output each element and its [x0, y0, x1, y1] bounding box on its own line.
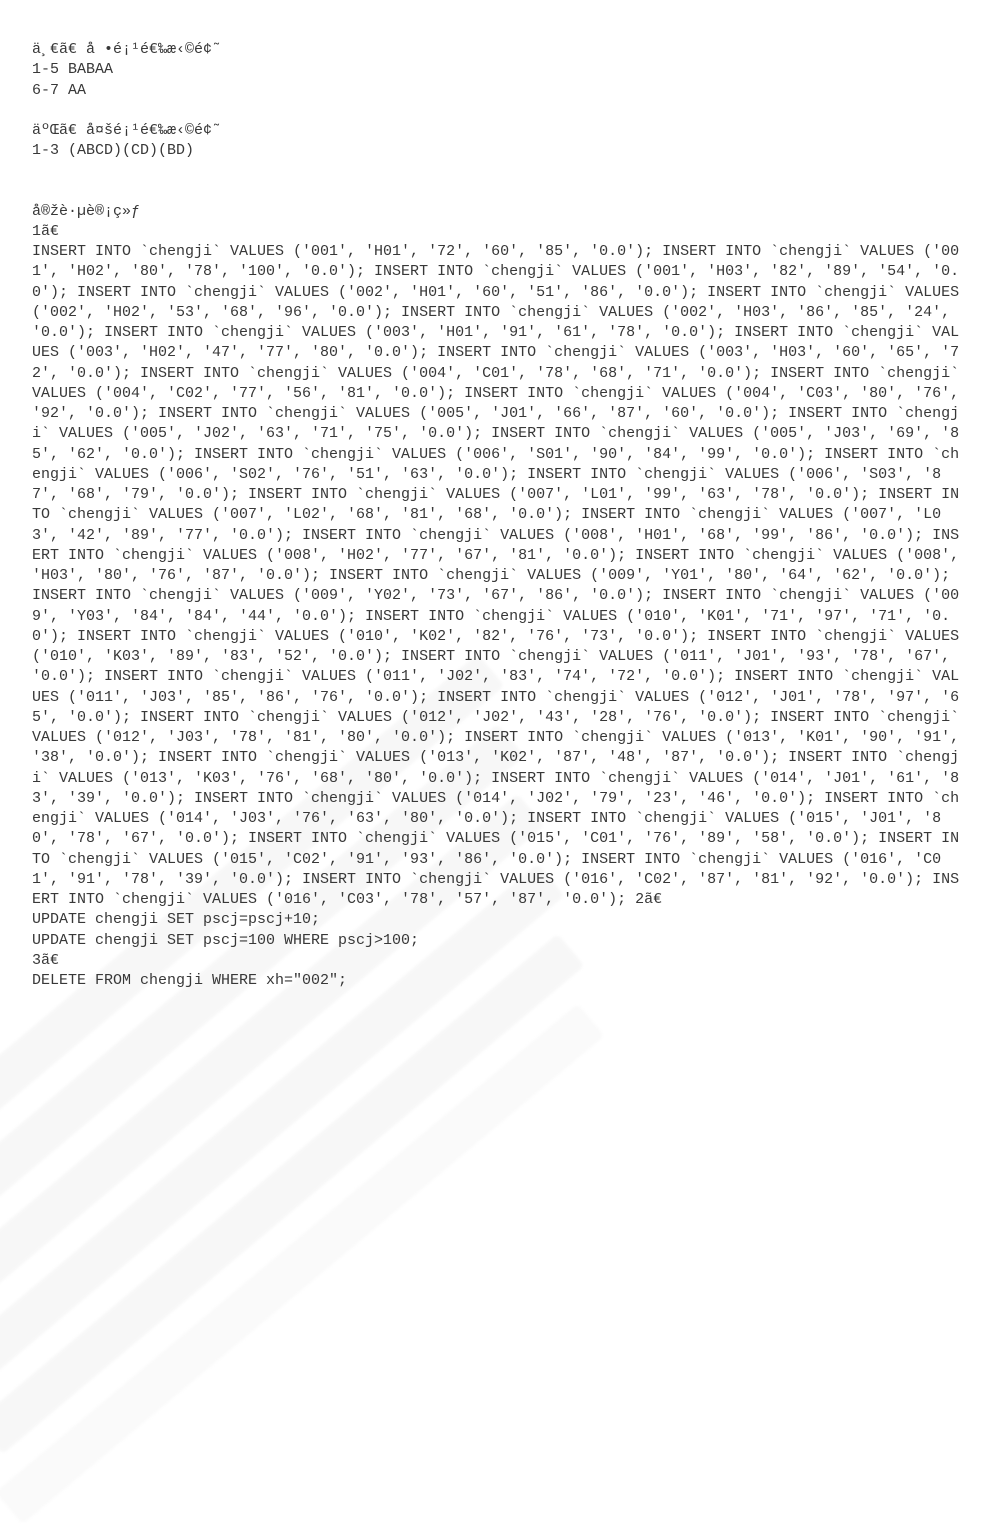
sql-delete-1: DELETE FROM chengji WHERE xh="002"; — [32, 971, 960, 991]
q1-label: 1ã€ — [32, 222, 960, 242]
sql-insert-block: INSERT INTO `chengji` VALUES ('001', 'H0… — [32, 243, 968, 908]
experiment-title: å®žè·µè®¡ç»ƒ — [32, 202, 960, 222]
q3-label: 3ã€ — [32, 951, 960, 971]
answers-6-7: 6-7 AA — [32, 81, 960, 101]
section-1: ä¸€ã€ å •é¡¹é€‰æ‹©é¢˜ 1-5 BABAA 6-7 AA — [32, 40, 960, 101]
answers-1-3: 1-3 (ABCD)(CD)(BD) — [32, 141, 960, 161]
section-2-title: äºŒã€ å¤šé¡¹é€‰æ‹©é¢˜ — [32, 121, 960, 141]
sql-update-2: UPDATE chengji SET pscj=100 WHERE pscj>1… — [32, 931, 960, 951]
experiment-section: å®žè·µè®¡ç»ƒ 1ã€ INSERT INTO `chengji` V… — [32, 202, 960, 992]
sql-update-1: UPDATE chengji SET pscj=pscj+10; — [32, 910, 960, 930]
section-1-title: ä¸€ã€ å •é¡¹é€‰æ‹©é¢˜ — [32, 40, 960, 60]
answers-1-5: 1-5 BABAA — [32, 60, 960, 80]
section-2: äºŒã€ å¤šé¡¹é€‰æ‹©é¢˜ 1-3 (ABCD)(CD)(BD) — [32, 121, 960, 162]
